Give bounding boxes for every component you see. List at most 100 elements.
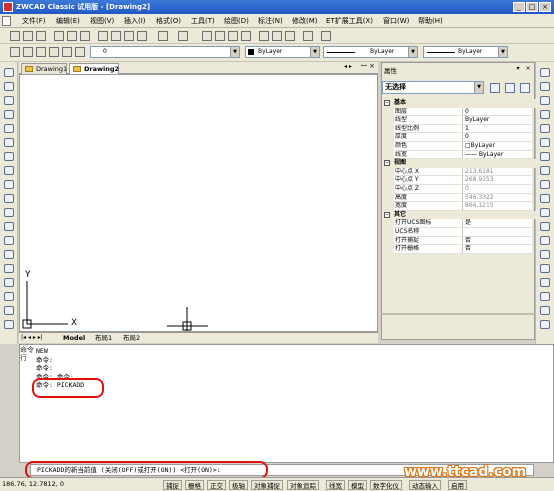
rectangle-icon[interactable]	[4, 124, 14, 133]
collapse-icon[interactable]: −	[384, 160, 390, 167]
calculator-icon[interactable]	[303, 31, 313, 41]
linetype-select[interactable]: ByLayer ▼	[323, 46, 418, 58]
make-block-icon[interactable]	[4, 236, 14, 245]
cut-icon[interactable]	[98, 31, 108, 41]
gradient-icon[interactable]	[4, 278, 14, 287]
toggle-tablet[interactable]: 数字化仪	[370, 480, 402, 490]
layer-manager-icon[interactable]	[10, 47, 20, 57]
trim-icon[interactable]	[540, 194, 550, 203]
tab-drawing1[interactable]: Drawing1	[21, 63, 67, 74]
menu-dimension[interactable]: 标注(N)	[258, 16, 283, 26]
prop-row[interactable]: 打开栅格否	[382, 245, 536, 254]
menu-insert[interactable]: 插入(I)	[124, 16, 146, 26]
layer-match-icon[interactable]	[75, 47, 85, 57]
new-file-icon[interactable]	[10, 31, 20, 41]
toggle-otrack[interactable]: 对象追踪	[287, 480, 319, 490]
properties-icon[interactable]	[259, 31, 269, 41]
prop-row[interactable]: 打开捕捉否	[382, 236, 536, 246]
rotate-icon[interactable]	[540, 152, 550, 161]
collapse-icon[interactable]: −	[384, 100, 390, 106]
toggle-osnap[interactable]: 对象捕捉	[251, 480, 283, 490]
prop-row[interactable]: 中心点 Z0	[382, 184, 536, 194]
quick-select-icon[interactable]	[520, 83, 530, 93]
document-icon[interactable]	[2, 16, 11, 26]
erase-icon[interactable]	[540, 68, 550, 77]
maximize-button[interactable]: □	[526, 2, 538, 12]
lengthen-icon[interactable]	[540, 306, 550, 315]
toggle-pickadd-icon[interactable]	[490, 83, 500, 93]
undo-icon[interactable]	[158, 31, 168, 41]
prop-row[interactable]: 线型比例 1	[382, 124, 536, 134]
toggle-polar[interactable]: 极轴	[229, 480, 248, 490]
tab-model[interactable]: Model	[63, 333, 85, 343]
print-icon[interactable]	[54, 31, 64, 41]
polyline-icon[interactable]	[4, 96, 14, 105]
copy-icon[interactable]	[111, 31, 121, 41]
menu-help[interactable]: 帮助(H)	[418, 16, 443, 26]
prop-row[interactable]: 打开UCS图标是	[382, 219, 536, 228]
prop-row[interactable]: 中心点 X 213.6181	[382, 167, 536, 177]
selection-select[interactable]: 无选择 ▼	[382, 81, 484, 94]
collapse-icon[interactable]: −	[384, 211, 390, 218]
publish-icon[interactable]	[80, 31, 90, 41]
panel-close-icon[interactable]: ×	[524, 65, 532, 73]
arc-icon[interactable]	[4, 138, 14, 147]
prop-row[interactable]: UCS名称	[382, 227, 536, 237]
chevron-down-icon[interactable]: ▼	[408, 47, 417, 57]
tab-layout2[interactable]: 布局2	[123, 333, 140, 343]
prop-row[interactable]: 线型 ByLayer	[382, 116, 536, 125]
menu-edit[interactable]: 编辑(E)	[56, 16, 80, 26]
copy-object-icon[interactable]	[540, 82, 550, 91]
lineweight-select[interactable]: ByLayer ▼	[423, 46, 508, 58]
spline-icon[interactable]	[4, 180, 14, 189]
menu-view[interactable]: 视图(V)	[90, 16, 114, 26]
pin-icon[interactable]: ꟷ	[361, 62, 367, 71]
section-view[interactable]: − 视图	[382, 159, 536, 168]
chevron-down-icon[interactable]: ▼	[230, 47, 239, 57]
save-icon[interactable]	[36, 31, 46, 41]
menu-tools[interactable]: 工具(T)	[191, 16, 215, 26]
close-button[interactable]: ×	[539, 2, 551, 12]
print-preview-icon[interactable]	[67, 31, 77, 41]
toggle-dynamic-input[interactable]: 动态输入	[409, 480, 441, 490]
insert-block-icon[interactable]	[4, 222, 14, 231]
toggle-snap[interactable]: 捕捉	[163, 480, 182, 490]
prop-row[interactable]: 线宽 —— ByLayer	[382, 150, 536, 160]
polygon-icon[interactable]	[4, 110, 14, 119]
toggle-enable[interactable]: 启用	[448, 480, 467, 490]
menu-window[interactable]: 窗口(W)	[383, 16, 409, 26]
join-icon[interactable]	[540, 250, 550, 259]
explode-icon[interactable]	[540, 292, 550, 301]
zoom-realtime-icon[interactable]	[215, 31, 225, 41]
menu-modify[interactable]: 修改(M)	[292, 16, 318, 26]
tab-scroll-icon[interactable]: ◂ ▸	[344, 63, 352, 70]
pan-icon[interactable]	[202, 31, 212, 41]
circle-icon[interactable]	[4, 152, 14, 161]
line-icon[interactable]	[4, 68, 14, 77]
mtext-icon[interactable]	[4, 320, 14, 329]
tab-drawing2[interactable]: Drawing2	[69, 63, 119, 74]
prop-row[interactable]: 中心点 Y 268.9153	[382, 176, 536, 185]
section-other[interactable]: − 其它	[382, 210, 536, 220]
region-icon[interactable]	[4, 292, 14, 301]
match-properties-icon[interactable]	[137, 31, 147, 41]
paste-icon[interactable]	[124, 31, 134, 41]
close-drawing-icon[interactable]: ×	[369, 62, 375, 70]
layout-scroll-icon[interactable]: |◂ ◂ ▸ ▸|	[21, 333, 43, 343]
prop-row[interactable]: 高度 546.3322	[382, 193, 536, 203]
prop-row[interactable]: 颜色 □ByLayer	[382, 141, 536, 151]
design-center-icon[interactable]	[272, 31, 282, 41]
menu-draw[interactable]: 绘图(D)	[224, 16, 249, 26]
layer-freeze-icon[interactable]	[49, 47, 59, 57]
toggle-lineweight[interactable]: 线宽	[326, 480, 345, 490]
layer-lock-icon[interactable]	[36, 47, 46, 57]
select-objects-icon[interactable]	[505, 83, 515, 93]
mirror-icon[interactable]	[540, 96, 550, 105]
redo-icon[interactable]	[178, 31, 188, 41]
xline-icon[interactable]	[4, 82, 14, 91]
tab-layout1[interactable]: 布局1	[95, 333, 112, 343]
prop-row[interactable]: 厚度 0	[382, 133, 536, 142]
color-select[interactable]: ByLayer ▼	[245, 46, 320, 58]
extend-icon[interactable]	[540, 208, 550, 217]
layer-select[interactable]: 0 ▼	[90, 46, 240, 58]
